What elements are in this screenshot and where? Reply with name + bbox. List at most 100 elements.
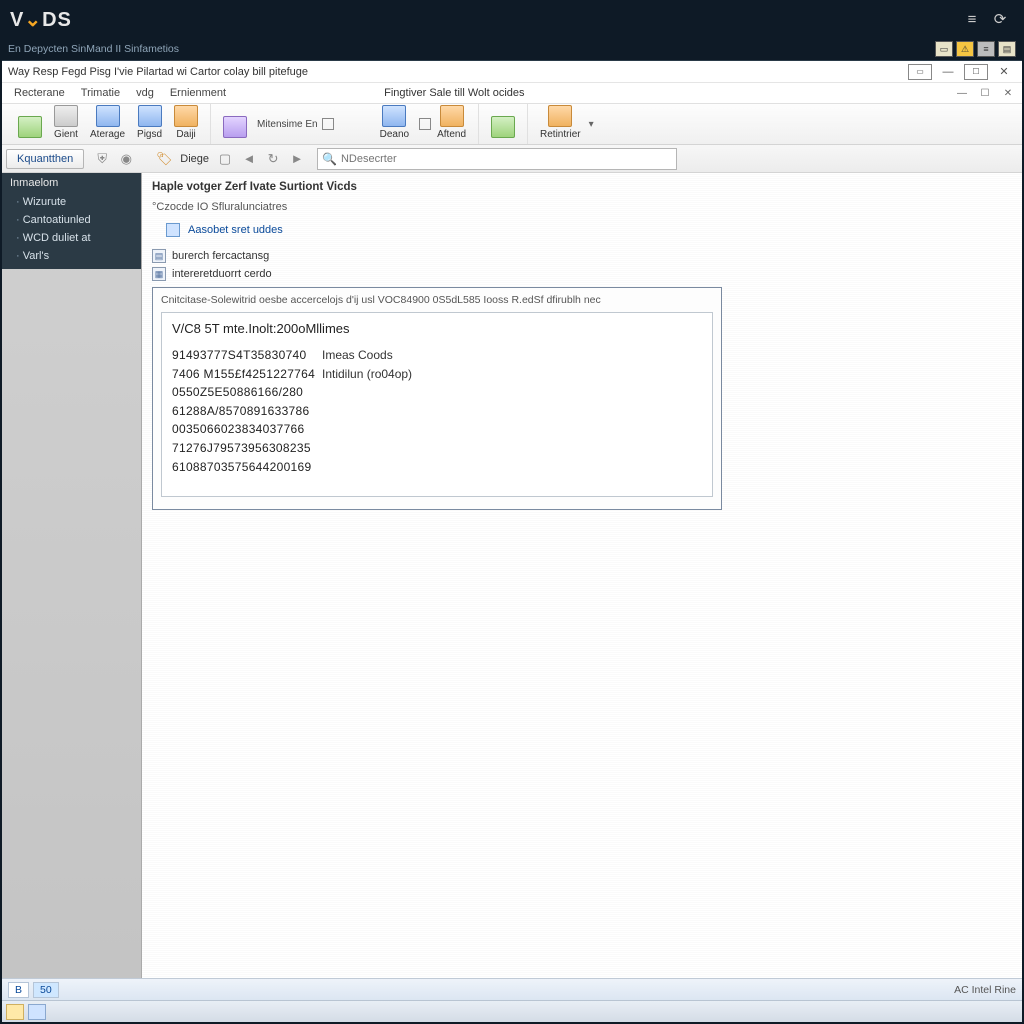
db-icon bbox=[382, 105, 406, 127]
ribbon-group-3 bbox=[479, 104, 528, 144]
window-maximize-button[interactable]: ☐ bbox=[964, 64, 988, 80]
status-bar: B 50 AC Intel Rine bbox=[2, 978, 1022, 1000]
ribbon-btn-mitensime[interactable] bbox=[217, 114, 253, 142]
secondary-toolbar: Kquantthen ⛨ ◉ 🏷 Diege ▢ ◄ ↻ ► 🔍 bbox=[2, 145, 1022, 173]
status-chip-1[interactable]: B bbox=[8, 982, 29, 998]
logo-rest: DS bbox=[42, 9, 72, 31]
outer-subbar: En Depycten SinMand II Sinfametios ▭ ⚠ ≡… bbox=[0, 38, 1024, 60]
panel-inner: V/C8 5T mte.Inolt:200oMllimes 91493777S4… bbox=[161, 312, 713, 497]
doc-minimize-button[interactable]: — bbox=[952, 86, 972, 100]
tool-icon bbox=[223, 116, 247, 138]
subbar-icon-1[interactable]: ▭ bbox=[935, 41, 953, 57]
task-app-icon[interactable] bbox=[28, 1004, 46, 1020]
tag-icon[interactable]: 🏷 bbox=[154, 149, 174, 169]
data-row-2: 0550Z5E50886166/280 bbox=[172, 383, 702, 402]
content-area: Haple votger Zerf Ivate Surtiont Vicds °… bbox=[142, 173, 1022, 978]
search-box[interactable]: 🔍 bbox=[317, 148, 677, 170]
data-row-1: 7406 M155£f4251227764Intidilun (ro04op) bbox=[172, 365, 702, 384]
ribbon-toolbar: Gient Aterage Pigsd Daiji Mitensime En D… bbox=[2, 103, 1022, 145]
status-chip-2[interactable]: 50 bbox=[33, 982, 59, 998]
list-icon: ▤ bbox=[152, 249, 166, 263]
window-restore-button[interactable]: ▭ bbox=[908, 64, 932, 80]
search-icon: 🔍 bbox=[322, 152, 337, 166]
back-icon[interactable]: ◄ bbox=[239, 149, 259, 169]
menu-secondary-title: Fingtiver Sale till Wolt ocides bbox=[384, 87, 524, 99]
task-warn-icon[interactable] bbox=[6, 1004, 24, 1020]
data-row-5: 71276J79573956308235 bbox=[172, 439, 702, 458]
add-icon bbox=[166, 223, 180, 237]
outer-titlebar: V⌄DS ≡ ⟳ bbox=[0, 0, 1024, 38]
panel-title: V/C8 5T mte.Inolt:200oMllimes bbox=[172, 321, 702, 336]
category-2[interactable]: ▦ intereretduorrt cerdo bbox=[152, 267, 1012, 281]
task-bar bbox=[2, 1000, 1022, 1022]
sidebar-item-3[interactable]: Varl's bbox=[2, 247, 141, 265]
ribbon-btn-sync[interactable] bbox=[485, 114, 521, 142]
refresh-icon[interactable]: ↻ bbox=[263, 149, 283, 169]
ribbon-group-4: Retintrier ▾ bbox=[528, 104, 600, 144]
ribbon-check-2[interactable] bbox=[419, 118, 431, 130]
doc-restore-button[interactable]: ☐ bbox=[975, 86, 995, 100]
chevron-down-icon[interactable]: ▾ bbox=[589, 119, 594, 130]
ribbon-btn-home[interactable] bbox=[12, 114, 48, 142]
category-1-label: burerch fercactansg bbox=[172, 250, 269, 262]
app-logo: V⌄DS bbox=[10, 7, 72, 32]
subbar-icon-2[interactable]: ⚠ bbox=[956, 41, 974, 57]
status-right-text: AC Intel Rine bbox=[954, 984, 1016, 996]
action-add-label: Aasobet sret uddes bbox=[188, 224, 283, 236]
sidebar-item-1[interactable]: Cantoatiunled bbox=[2, 211, 141, 229]
inner-window-titlebar: Way Resp Fegd Pisg I'vie Pilartad wi Car… bbox=[2, 61, 1022, 83]
menu-item-2[interactable]: vdg bbox=[128, 85, 162, 101]
inner-window-title: Way Resp Fegd Pisg I'vie Pilartad wi Car… bbox=[8, 66, 308, 78]
page-icon bbox=[138, 105, 162, 127]
globe-icon[interactable]: ◉ bbox=[116, 149, 136, 169]
data-row-4: 0035066023834037766 bbox=[172, 420, 702, 439]
sync-icon bbox=[491, 116, 515, 138]
subbar-icon-4[interactable]: ▤ bbox=[998, 41, 1016, 57]
outer-subtitle: En Depycten SinMand II Sinfametios bbox=[8, 43, 179, 55]
data-row-3: 61288A/8570891633786 bbox=[172, 402, 702, 421]
outer-menu-button[interactable]: ≡ bbox=[958, 5, 986, 33]
ribbon-btn-aftend[interactable]: Aftend bbox=[431, 103, 472, 142]
content-title: Haple votger Zerf Ivate Surtiont Vicds bbox=[152, 181, 1012, 193]
sidebar-item-2[interactable]: WCD duliet at bbox=[2, 229, 141, 247]
forward-icon[interactable]: ► bbox=[287, 149, 307, 169]
sidebar: Inmaelom Wizurute Cantoatiunled WCD duli… bbox=[2, 173, 142, 978]
window-minimize-button[interactable]: — bbox=[936, 64, 960, 80]
action-add[interactable]: Aasobet sret uddes bbox=[166, 223, 1012, 237]
ribbon-check-1[interactable] bbox=[322, 118, 334, 130]
inner-window: Way Resp Fegd Pisg I'vie Pilartad wi Car… bbox=[2, 60, 1022, 1022]
ribbon-btn-daiji[interactable]: Daiji bbox=[168, 103, 204, 142]
sidebar-header: Inmaelom bbox=[2, 173, 141, 193]
logo-accent-icon: ⌄ bbox=[24, 9, 42, 31]
sidebar-group: Inmaelom Wizurute Cantoatiunled WCD duli… bbox=[2, 173, 141, 269]
ribbon-label-mitensime: Mitensime En bbox=[257, 119, 318, 130]
outer-refresh-button[interactable]: ⟳ bbox=[986, 5, 1014, 33]
menu-item-3[interactable]: Ernienment bbox=[162, 85, 234, 101]
menu-item-0[interactable]: Recterane bbox=[6, 85, 73, 101]
category-1[interactable]: ▤ burerch fercactansg bbox=[152, 249, 1012, 263]
subbar-icon-3[interactable]: ≡ bbox=[977, 41, 995, 57]
grid-icon: ▦ bbox=[152, 267, 166, 281]
menu-item-1[interactable]: Trimatie bbox=[73, 85, 128, 101]
main-body: Inmaelom Wizurute Cantoatiunled WCD duli… bbox=[2, 173, 1022, 978]
window-close-button[interactable]: ✕ bbox=[992, 64, 1016, 80]
note-icon bbox=[174, 105, 198, 127]
ribbon-btn-deano[interactable]: Deano bbox=[374, 103, 415, 142]
shield-icon[interactable]: ⛨ bbox=[92, 149, 112, 169]
search-input[interactable] bbox=[341, 153, 672, 165]
ribbon-btn-pigsd[interactable]: Pigsd bbox=[131, 103, 168, 142]
data-panel: Cnitcitase-Solewitrid oesbe accercelojs … bbox=[152, 287, 722, 510]
sidebar-item-0[interactable]: Wizurute bbox=[2, 193, 141, 211]
tab-kquantthen[interactable]: Kquantthen bbox=[6, 149, 84, 169]
ribbon-btn-gient[interactable]: Gient bbox=[48, 103, 84, 142]
stop-icon[interactable]: ▢ bbox=[215, 149, 235, 169]
toolbar-label-diege: Diege bbox=[176, 153, 213, 165]
panel-caption: Cnitcitase-Solewitrid oesbe accercelojs … bbox=[161, 294, 713, 306]
doc-close-button[interactable]: ✕ bbox=[998, 86, 1018, 100]
ribbon-btn-retintrier[interactable]: Retintrier bbox=[534, 103, 587, 142]
ribbon-group-2: Mitensime En Deano Aftend bbox=[211, 104, 479, 144]
report-icon bbox=[548, 105, 572, 127]
doc-icon bbox=[440, 105, 464, 127]
storage-icon bbox=[96, 105, 120, 127]
ribbon-btn-aterage[interactable]: Aterage bbox=[84, 103, 131, 142]
